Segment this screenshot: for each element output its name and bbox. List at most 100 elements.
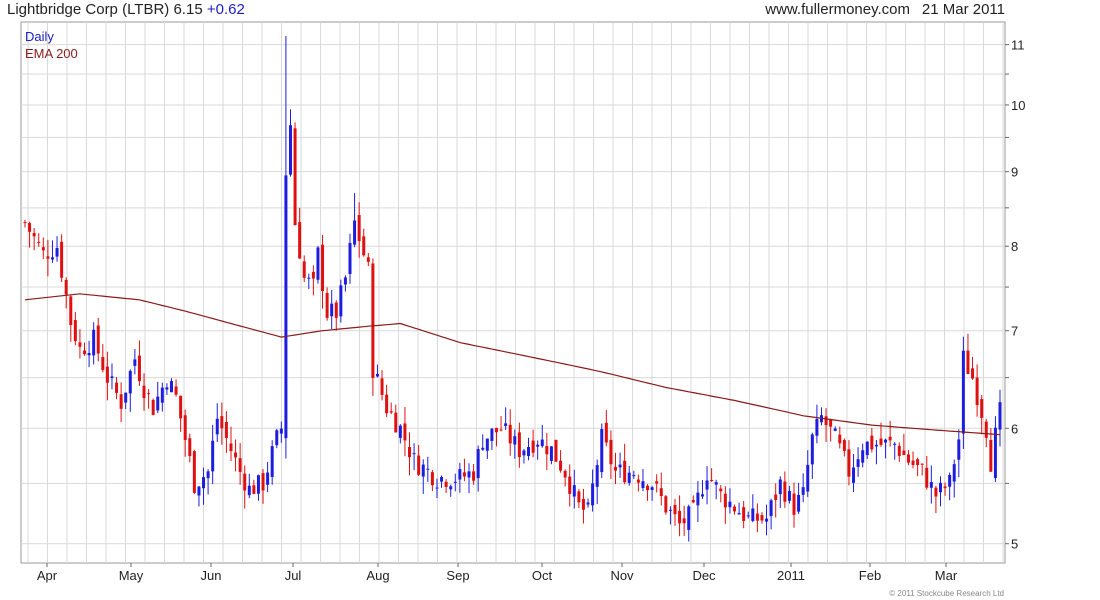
candle-body <box>307 277 311 279</box>
candle-body <box>549 446 553 461</box>
y-tick-label: 8 <box>1011 239 1018 254</box>
y-tick-label: 6 <box>1011 421 1018 436</box>
candle-body <box>234 452 238 458</box>
candle-body <box>751 508 755 521</box>
candle-body <box>220 416 224 429</box>
candle-body <box>46 256 50 259</box>
candle-body <box>961 350 965 434</box>
candle-body <box>613 466 617 471</box>
x-tick-label: Jul <box>285 568 302 583</box>
candle-body <box>37 241 41 243</box>
candle-body <box>719 488 723 492</box>
candle-body <box>517 432 521 458</box>
candle-body <box>426 468 430 470</box>
candle-body <box>206 471 210 479</box>
candle-body <box>723 493 727 508</box>
y-tick-label: 10 <box>1011 98 1025 113</box>
x-tick-label: Mar <box>935 568 958 583</box>
candle-body <box>330 303 334 317</box>
candle-body <box>884 439 888 443</box>
candle-body <box>202 477 206 489</box>
candle-body <box>792 493 796 515</box>
candle-body <box>55 247 59 257</box>
legend-daily: Daily <box>25 29 54 44</box>
candle-body <box>440 477 444 482</box>
candle-body <box>691 500 695 503</box>
candle-body <box>375 373 379 377</box>
candle-body <box>83 350 87 355</box>
candle-body <box>494 427 498 433</box>
candle-body <box>897 445 901 456</box>
candle-body <box>105 366 109 383</box>
x-tick-label: Oct <box>532 568 553 583</box>
candle-body <box>270 446 274 477</box>
candle-body <box>458 469 462 480</box>
candle-body <box>888 436 892 441</box>
candle-body <box>787 490 791 501</box>
candle-body <box>545 446 549 455</box>
candle-body <box>559 460 563 471</box>
candle-body <box>87 353 91 356</box>
y-tick-label: 7 <box>1011 324 1018 339</box>
candle-body <box>769 500 773 517</box>
candle-body <box>23 222 27 224</box>
y-tick-label: 11 <box>1011 38 1025 53</box>
candle-body <box>69 296 73 326</box>
y-tick-label: 5 <box>1011 537 1018 552</box>
x-tick-label: Aug <box>366 568 389 583</box>
candle-body <box>627 472 631 483</box>
candle-body <box>165 387 169 390</box>
candle-body <box>600 429 604 473</box>
candle-body <box>536 444 540 447</box>
candle-body <box>499 429 503 431</box>
candle-body <box>581 498 585 510</box>
candle-body <box>861 450 865 463</box>
candle-body <box>481 447 485 450</box>
candle-body <box>733 506 737 512</box>
candle-body <box>810 434 814 465</box>
candle-body <box>110 376 114 378</box>
stock-chart: 5 6 7 8 9 10 11 Apr May Jun Jul Aug Sep Oct Nov Dec 2011… <box>20 21 1025 583</box>
candle-body <box>984 421 988 438</box>
x-tick-label: Dec <box>692 568 716 583</box>
candle-body <box>925 467 929 488</box>
candle-body <box>714 482 718 485</box>
candle-body <box>50 257 54 260</box>
candle-body <box>357 215 361 242</box>
candle-body <box>591 483 595 506</box>
candle-body <box>343 277 347 285</box>
candle-body <box>179 395 183 419</box>
candle-body <box>943 486 947 489</box>
candle-body <box>408 446 412 458</box>
candle-body <box>618 464 622 468</box>
candle-body <box>929 482 933 488</box>
candle-body <box>137 355 141 382</box>
candle-body <box>993 427 997 479</box>
candle-body <box>856 459 860 467</box>
candle-body <box>188 438 192 456</box>
candle-body <box>874 444 878 447</box>
candle-body <box>321 244 325 292</box>
candle-body <box>128 370 132 394</box>
x-tick-label: Apr <box>37 568 58 583</box>
candle-body <box>742 507 746 521</box>
candle-body <box>870 435 874 450</box>
candle-body <box>334 302 338 318</box>
candle-body <box>668 509 672 511</box>
candle-body <box>783 481 787 502</box>
candle-body <box>513 436 517 445</box>
candle-body <box>842 440 846 451</box>
candle-body <box>389 411 393 413</box>
x-tick-label: Jun <box>201 568 222 583</box>
candle-body <box>833 428 837 431</box>
candle-body <box>911 460 915 466</box>
candle-body <box>115 382 119 393</box>
candle-body <box>650 487 654 490</box>
candle-body <box>801 487 805 495</box>
candle-body <box>531 440 535 453</box>
candle-body <box>284 175 288 439</box>
candle-body <box>147 393 151 395</box>
candle-body <box>595 465 599 487</box>
candle-body <box>462 472 466 477</box>
candle-body <box>73 320 77 342</box>
